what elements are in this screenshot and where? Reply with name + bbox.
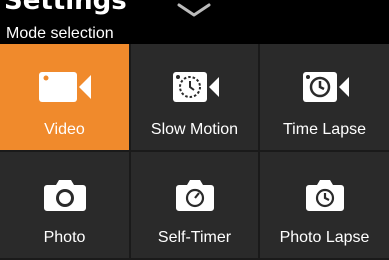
photo-lapse-camera-icon: [305, 180, 344, 211]
page-title: Mode selection: [6, 25, 114, 42]
mode-tile-slow-motion[interactable]: Slow Motion: [131, 44, 260, 152]
slow-motion-icon: [172, 72, 219, 102]
previous-screen-peek: Settings: [0, 0, 389, 22]
peek-title: Settings: [4, 0, 127, 16]
time-lapse-video-icon: [302, 72, 349, 102]
mode-label: Slow Motion: [150, 121, 239, 138]
video-camera-icon: [38, 72, 91, 102]
mode-label: Photo Lapse: [279, 229, 370, 246]
mode-tile-video[interactable]: Video: [0, 44, 131, 152]
mode-selection-header: Mode selection: [0, 24, 389, 44]
mode-label: Self-Timer: [157, 229, 232, 246]
mode-tile-time-lapse[interactable]: Time Lapse: [260, 44, 389, 152]
mode-tile-photo-lapse[interactable]: Photo Lapse: [260, 152, 389, 260]
mode-grid: Video Slow Motion Time Lapse Photo Self-…: [0, 44, 389, 260]
mode-label: Video: [44, 121, 85, 138]
mode-tile-photo[interactable]: Photo: [0, 152, 131, 260]
mode-label: Photo: [43, 229, 86, 246]
photo-camera-icon: [43, 180, 86, 211]
self-timer-camera-icon: [175, 180, 214, 211]
mode-tile-self-timer[interactable]: Self-Timer: [131, 152, 260, 260]
chevron-down-icon[interactable]: [176, 2, 212, 18]
mode-label: Time Lapse: [283, 121, 366, 138]
